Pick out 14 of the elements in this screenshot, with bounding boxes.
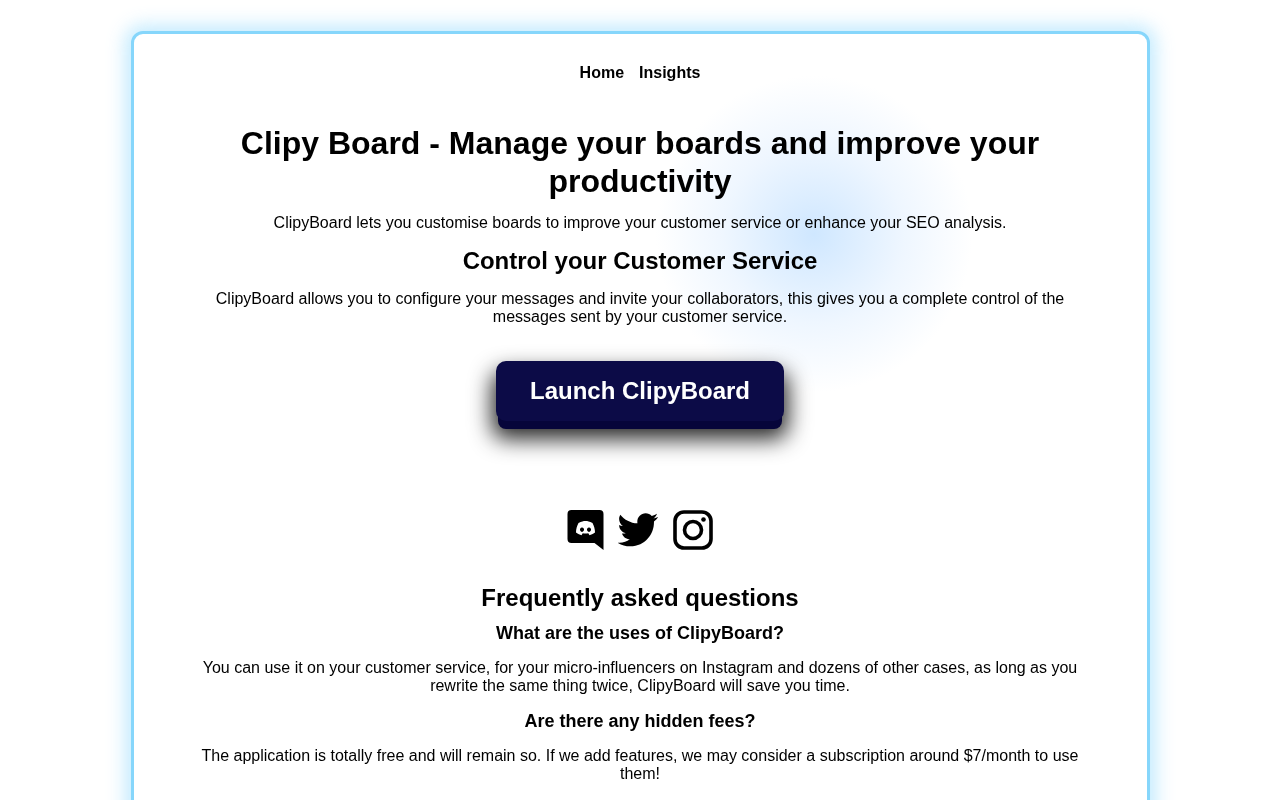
faq-answer: You can use it on your customer service, for your micro-influencers on Instagram and dozens of other cases, as long as you rewrite the same thing twice, ClipyBoard will save you time.: [201, 659, 1079, 695]
page-title: Clipy Board - Manage your boards and improve your productivity: [240, 124, 1040, 200]
faq-question: What are the uses of ClipyBoard?: [495, 622, 784, 644]
camera-icon[interactable]: [673, 510, 713, 550]
nav-link[interactable]: Insights: [639, 61, 701, 85]
faq-answer: The application is totally free and will remain so. If we add features, we may consider a subscription around $7/month to use them!: [200, 747, 1080, 783]
bird-icon[interactable]: [618, 513, 659, 547]
faq-heading: Frequently asked questions: [481, 583, 799, 613]
nav-link[interactable]: Home: [579, 61, 625, 85]
faq-question: Are there any hidden fees?: [524, 710, 756, 732]
section-text: ClipyBoard allows you to configure your messages and invite your collaborators, this gives you a complete control of the messages sent by your customer service.: [214, 290, 1066, 326]
subtitle: ClipyBoard lets you customise boards to improve your customer service or enhance your SEO analysis.: [272, 213, 1008, 233]
section-heading: Control your Customer Service: [462, 246, 818, 276]
chat-bubble-icon[interactable]: [567, 510, 604, 550]
